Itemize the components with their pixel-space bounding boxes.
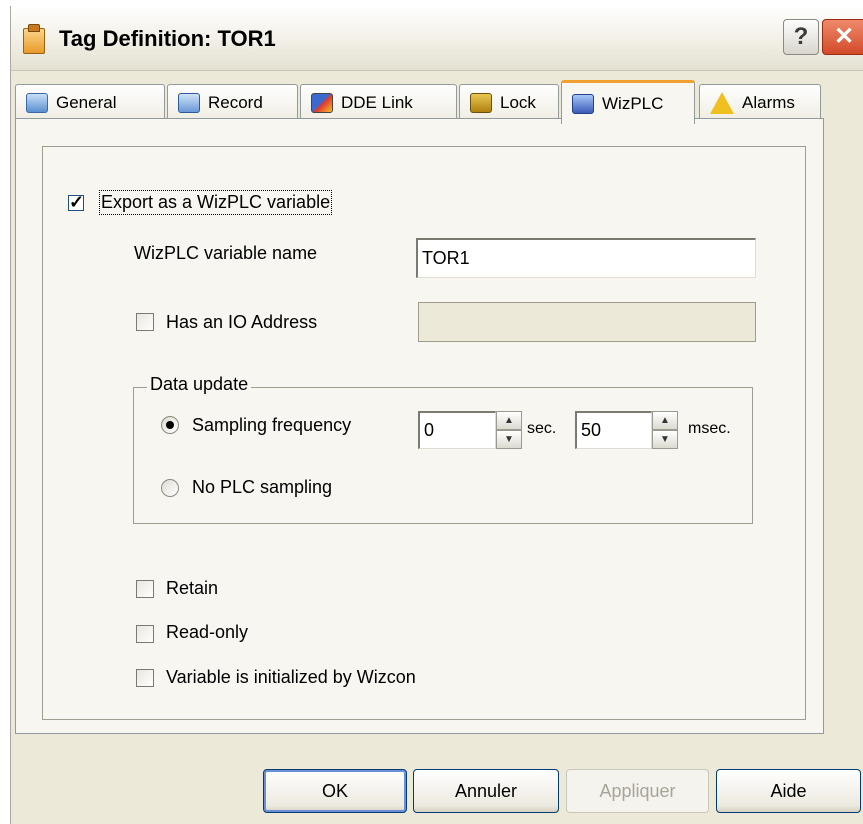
io-address-label[interactable]: Has an IO Address <box>166 312 317 333</box>
tab-lock-label: Lock <box>500 92 536 112</box>
data-update-legend: Data update <box>147 374 252 395</box>
cancel-button[interactable]: Annuler <box>413 769 559 813</box>
record-icon <box>178 92 200 113</box>
tab-record[interactable]: Record <box>167 84 298 120</box>
tab-wizplc[interactable]: WizPLC <box>561 80 695 124</box>
close-icon[interactable]: ✕ <box>822 19 863 55</box>
io-address-input[interactable] <box>418 302 756 342</box>
read-only-label[interactable]: Read-only <box>166 622 248 643</box>
sec-input[interactable] <box>418 411 496 449</box>
variable-name-input[interactable] <box>416 238 756 278</box>
tag-definition-icon <box>23 24 45 54</box>
alarm-icon <box>710 91 734 114</box>
sec-spinner[interactable]: ▲ ▼ <box>496 411 522 449</box>
tab-alarms-label: Alarms <box>742 92 795 112</box>
help-icon[interactable]: ? <box>783 19 819 55</box>
read-only-checkbox[interactable] <box>136 625 154 643</box>
sec-unit-label: sec. <box>527 420 557 437</box>
initialized-by-wizcon-label[interactable]: Variable is initialized by Wizcon <box>166 667 416 688</box>
retain-label[interactable]: Retain <box>166 578 218 599</box>
export-checkbox[interactable] <box>68 192 84 213</box>
apply-button[interactable]: Appliquer <box>566 769 709 813</box>
sampling-frequency-label[interactable]: Sampling frequency <box>192 415 351 436</box>
general-icon <box>26 92 48 113</box>
no-plc-sampling-radio[interactable] <box>161 479 179 497</box>
msec-spinner[interactable]: ▲ ▼ <box>652 411 678 449</box>
wizplc-icon <box>572 93 594 114</box>
tab-record-label: Record <box>208 92 263 112</box>
variable-name-label: WizPLC variable name <box>134 243 318 263</box>
retain-checkbox[interactable] <box>136 580 154 598</box>
msec-unit-label: msec. <box>688 420 731 437</box>
spin-up-icon[interactable]: ▲ <box>652 411 678 430</box>
help-button[interactable]: Aide <box>716 769 861 813</box>
spin-down-icon[interactable]: ▼ <box>496 430 522 449</box>
sampling-frequency-radio[interactable] <box>161 416 179 434</box>
lock-icon <box>470 92 492 113</box>
window-title: Tag Definition: TOR1 <box>59 26 276 51</box>
io-address-checkbox[interactable] <box>136 313 154 331</box>
no-plc-sampling-label[interactable]: No PLC sampling <box>192 477 332 498</box>
data-update-group <box>133 387 753 524</box>
export-label[interactable]: Export as a WizPLC variable <box>98 190 333 215</box>
tab-dde-link-label: DDE Link <box>341 92 413 112</box>
initialized-by-wizcon-checkbox[interactable] <box>136 669 154 687</box>
tab-alarms[interactable]: Alarms <box>699 84 821 120</box>
dde-link-icon <box>311 92 333 113</box>
spin-down-icon[interactable]: ▼ <box>652 430 678 449</box>
tab-lock[interactable]: Lock <box>459 84 559 120</box>
ok-button[interactable]: OK <box>263 769 407 813</box>
msec-input[interactable] <box>575 411 652 449</box>
spin-up-icon[interactable]: ▲ <box>496 411 522 430</box>
tab-general[interactable]: General <box>15 84 165 120</box>
tab-dde-link[interactable]: DDE Link <box>300 84 457 120</box>
tab-wizplc-label: WizPLC <box>602 93 664 113</box>
tab-general-label: General <box>56 92 117 112</box>
title-bar[interactable]: Tag Definition: TOR1 ? ✕ <box>11 6 863 71</box>
